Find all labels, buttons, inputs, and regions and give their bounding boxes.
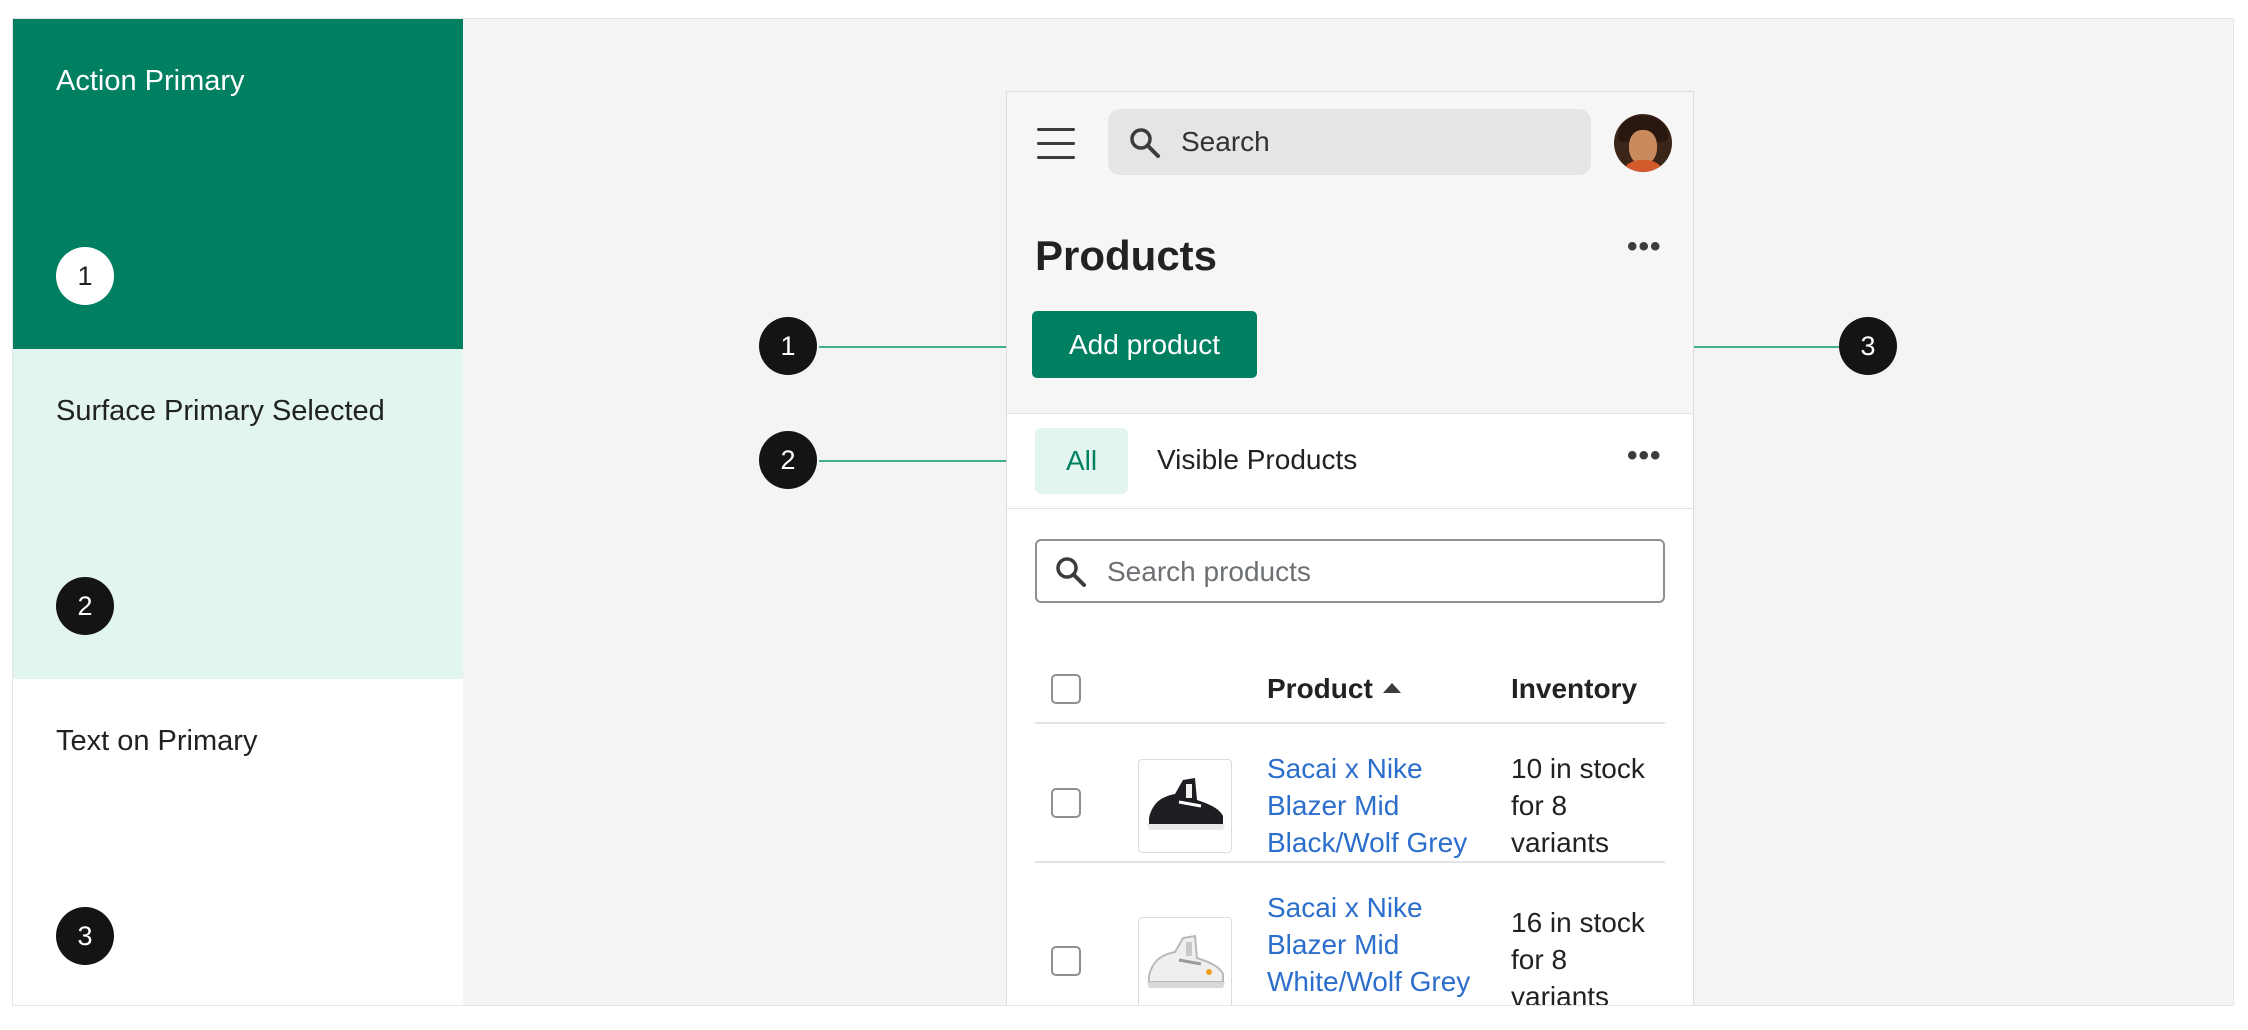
page-more-actions-icon[interactable]: ••• [1627, 230, 1662, 264]
avatar[interactable] [1614, 114, 1672, 172]
row-checkbox[interactable] [1051, 788, 1081, 818]
product-link[interactable]: Sacai x Nike Blazer Mid White/Wolf Grey [1267, 889, 1487, 1000]
legend-surface-primary-selected: Surface Primary Selected 2 [13, 349, 463, 679]
tab-visible-products[interactable]: Visible Products [1157, 444, 1357, 476]
callout-badge-1: 1 [759, 317, 817, 375]
mobile-products-screen: Search Products ••• Add product All Visi… [1006, 91, 1694, 1006]
product-link[interactable]: Sacai x Nike Blazer Mid Black/Wolf Grey [1267, 750, 1487, 861]
tab-all[interactable]: All [1035, 428, 1128, 494]
callout-badge-2: 2 [759, 431, 817, 489]
legend-number-badge: 2 [56, 577, 114, 635]
search-products-input[interactable]: Search products [1035, 539, 1665, 603]
column-header-inventory[interactable]: Inventory [1511, 673, 1637, 705]
search-icon [1054, 555, 1088, 594]
sort-ascending-icon [1382, 683, 1401, 693]
inventory-value: 10 in stock for 8 variants [1511, 753, 1645, 858]
divider [1035, 722, 1665, 724]
inventory-value: 16 in stock for 8 variants [1511, 907, 1645, 1006]
hamburger-icon[interactable] [1037, 128, 1075, 160]
search-label: Search [1181, 126, 1270, 157]
tab-bar: All Visible Products ••• [1007, 414, 1693, 509]
product-thumbnail-white-sneaker [1138, 917, 1232, 1005]
callout-badge-3: 3 [1839, 317, 1897, 375]
tabs-more-icon[interactable]: ••• [1627, 439, 1662, 473]
illustration-frame: Action Primary 1 Surface Primary Selecte… [12, 18, 2234, 1006]
legend-number-badge: 3 [56, 907, 114, 965]
column-header-product-label: Product [1267, 673, 1373, 704]
search-icon [1128, 126, 1162, 165]
row-checkbox[interactable] [1051, 946, 1081, 976]
legend-number-badge: 1 [56, 247, 114, 305]
legend-action-primary: Action Primary 1 [13, 19, 463, 349]
global-search-bar[interactable]: Search [1108, 109, 1591, 175]
legend-title: Surface Primary Selected [56, 395, 385, 427]
legend-title: Text on Primary [56, 725, 258, 757]
select-all-checkbox[interactable] [1051, 674, 1081, 704]
page-title: Products [1035, 232, 1218, 279]
column-header-product[interactable]: Product [1267, 673, 1401, 705]
add-product-button[interactable]: Add product [1032, 311, 1257, 378]
product-thumbnail-black-sneaker [1138, 759, 1232, 853]
divider [1035, 861, 1665, 863]
products-card: All Visible Products ••• Search products… [1007, 413, 1693, 1006]
legend-title: Action Primary [56, 65, 245, 97]
legend-text-on-primary: Text on Primary 3 [13, 679, 463, 1005]
search-products-placeholder: Search products [1107, 556, 1311, 587]
